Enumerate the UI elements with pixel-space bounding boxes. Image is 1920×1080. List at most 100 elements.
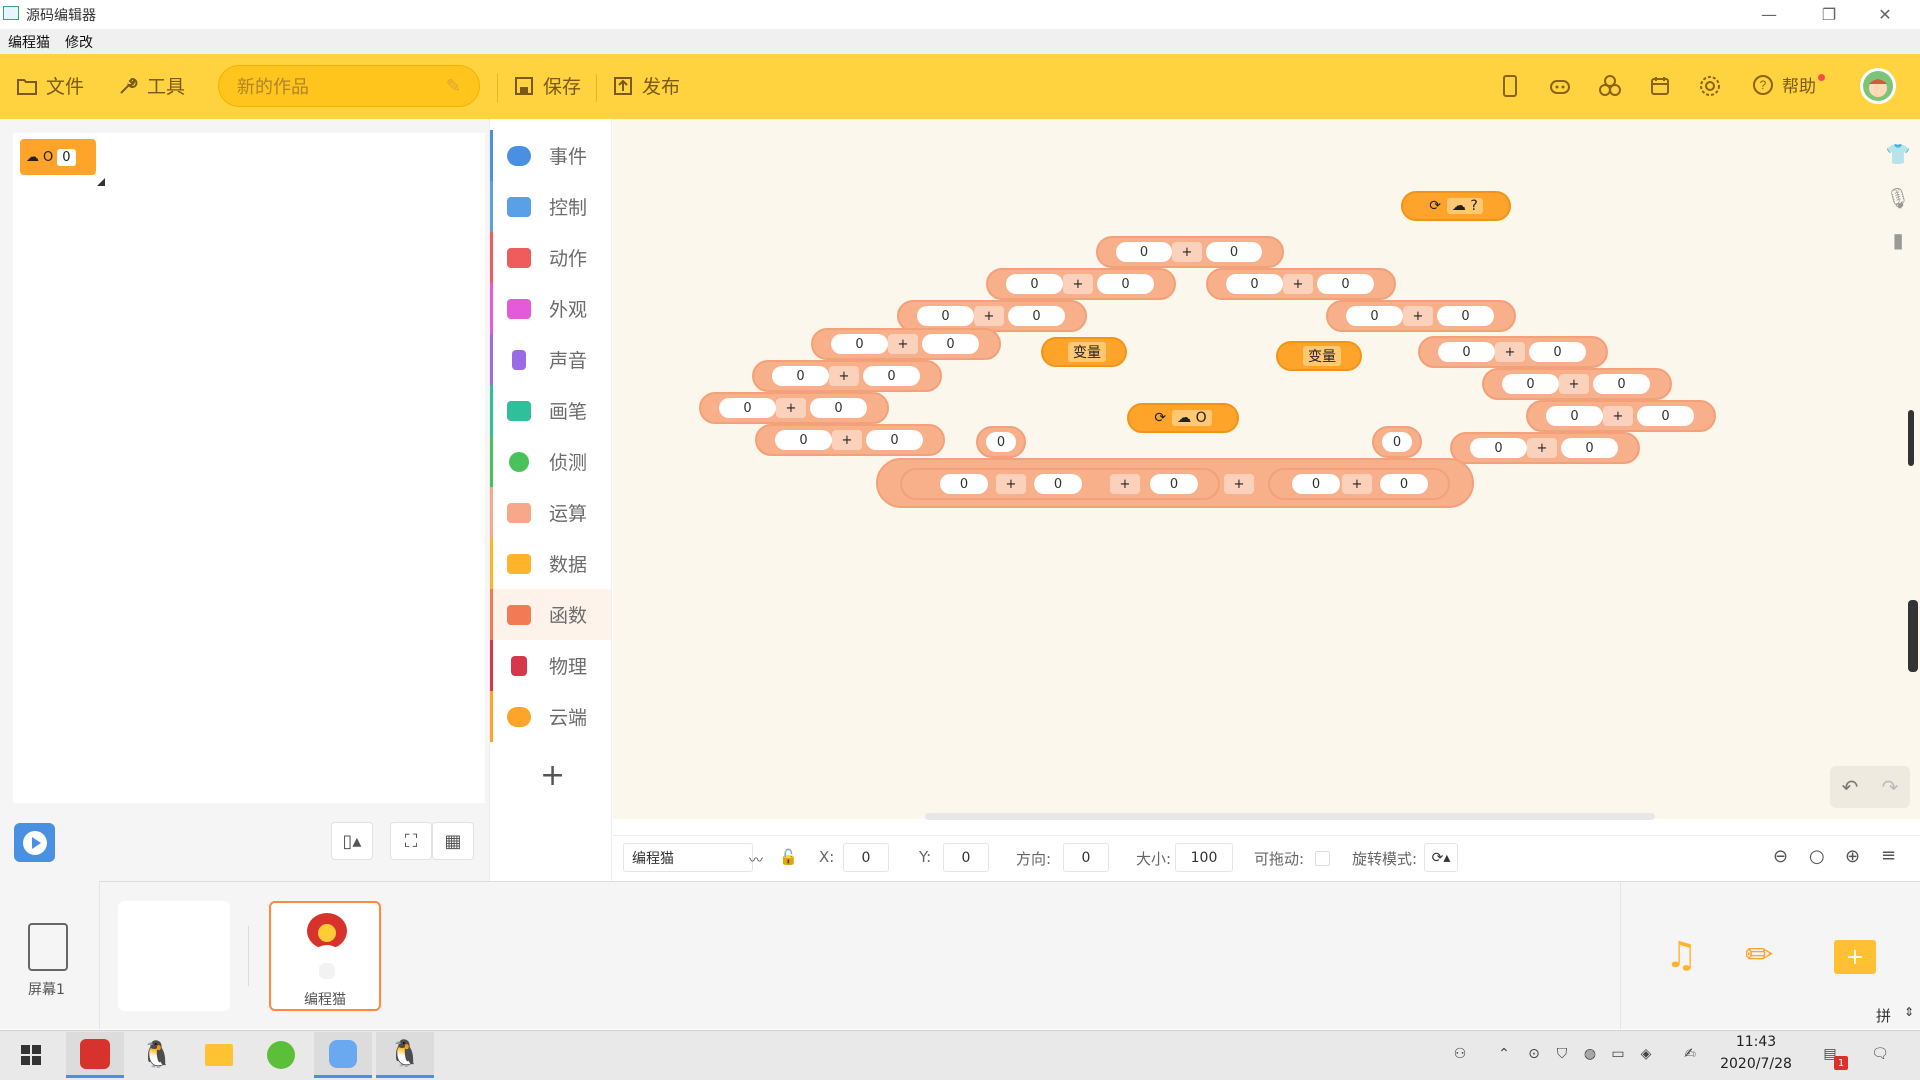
people-icon[interactable]: ⚇ (1450, 1044, 1470, 1064)
taskbar-app-photos[interactable] (314, 1032, 372, 1078)
extensions-icon[interactable] (1596, 72, 1624, 100)
code-canvas[interactable] (613, 119, 1920, 819)
chevron-up-icon[interactable]: ⌃ (1494, 1044, 1514, 1064)
eye-hide-icon[interactable]: 〰 (749, 850, 763, 870)
menu-item-bianchengmao[interactable]: 编程猫 (8, 32, 50, 52)
category-sound[interactable]: 声音 (490, 334, 611, 385)
sprite-divider (248, 926, 249, 986)
bar-chart-icon (507, 553, 531, 574)
robot-icon[interactable] (1546, 72, 1574, 100)
category-motion[interactable]: 动作 (490, 232, 611, 283)
defender-icon[interactable]: ◈ (1636, 1044, 1656, 1064)
zoom-in-icon[interactable]: ⊕ (1845, 846, 1860, 867)
category-pen[interactable]: 画笔 (490, 385, 611, 436)
clock-date[interactable]: 2020/7/28 (1708, 1056, 1804, 1072)
file-button[interactable]: 文件 (16, 72, 84, 99)
category-looks[interactable]: 外观 (490, 283, 611, 334)
taskbar-app-explorer[interactable] (190, 1032, 248, 1078)
costume-icon[interactable]: 👕 (1880, 136, 1916, 172)
bar-chart-icon[interactable]: ▮ (1880, 222, 1916, 258)
taskbar-app-browser[interactable] (252, 1032, 310, 1078)
close-button[interactable]: ✕ (1862, 0, 1908, 29)
category-label: 动作 (549, 248, 588, 270)
gamepad-icon (507, 196, 531, 217)
help-button[interactable]: ? 帮助 (1752, 72, 1825, 97)
sprite-name-field[interactable]: 编程猫 (623, 843, 753, 872)
category-control[interactable]: 控制 (490, 181, 611, 232)
device-select-button[interactable]: ▯▴ (331, 822, 373, 860)
grid-toggle-button[interactable]: ▦ (432, 822, 474, 860)
menu-icon[interactable]: ≡ (1881, 845, 1896, 866)
ime-indicator[interactable]: 拼 (1876, 1005, 1891, 1026)
calculator-icon (507, 502, 531, 523)
category-sensing[interactable]: 侦测 (490, 436, 611, 487)
size-input[interactable]: 100 (1175, 843, 1233, 872)
windows-start-button[interactable] (2, 1032, 60, 1078)
add-folder-icon[interactable]: + (1834, 940, 1876, 974)
pen-input-icon[interactable]: ✍ (1680, 1044, 1700, 1064)
save-button[interactable]: 保存 (513, 72, 581, 99)
rotation-mode-label: 旋转模式: (1352, 850, 1418, 868)
fullscreen-button[interactable]: ⛶ (390, 822, 432, 860)
phone-preview-icon[interactable] (1496, 72, 1524, 100)
tray-app-icon[interactable]: ⊙ (1524, 1044, 1544, 1064)
screen-tile[interactable]: 屏幕1 (0, 881, 100, 1029)
project-name-input[interactable]: 新的作品 ✎ (218, 65, 480, 107)
music-note-icon[interactable]: ♫ (1665, 935, 1697, 976)
publish-button[interactable]: 发布 (612, 72, 680, 99)
zoom-out-icon[interactable]: ⊖ (1773, 846, 1788, 867)
direction-input[interactable]: 0 (1063, 843, 1109, 872)
tools-label: 工具 (147, 76, 186, 98)
undo-icon[interactable]: ↶ (1842, 775, 1859, 799)
security-icon[interactable]: ◍ (1580, 1044, 1600, 1064)
lock-icon[interactable]: 🔓 (779, 848, 798, 866)
undo-redo-group: ↶ ↷ (1830, 766, 1910, 808)
taskbar-app-editor[interactable] (66, 1032, 124, 1078)
battery-icon[interactable]: ▭ (1608, 1044, 1628, 1064)
x-input[interactable]: 0 (843, 843, 889, 872)
category-functions[interactable]: 函数 (490, 589, 611, 640)
category-data[interactable]: 数据 (490, 538, 611, 589)
run-button[interactable] (14, 823, 55, 862)
x-label: X: (819, 848, 835, 866)
category-events[interactable]: 事件 (490, 130, 611, 181)
horizontal-scrollbar[interactable] (925, 813, 1655, 820)
tools-button[interactable]: 工具 (117, 72, 185, 99)
function-icon (507, 604, 531, 625)
sprite-card-empty[interactable] (118, 901, 230, 1011)
action-center-icon[interactable]: 🗨 (1870, 1044, 1890, 1064)
category-label: 云端 (549, 707, 588, 729)
svg-text:?: ? (1760, 78, 1767, 92)
clock-time[interactable]: 11:43 (1716, 1034, 1796, 1050)
category-operators[interactable]: 运算 (490, 487, 611, 538)
zoom-reset-icon[interactable]: ○ (1809, 846, 1825, 867)
redo-icon[interactable]: ↷ (1882, 775, 1899, 799)
pencil-draw-icon[interactable]: ✏ (1745, 935, 1774, 975)
direction-label: 方向: (1016, 850, 1052, 868)
taskbar-app-qq-2[interactable]: 🐧 (376, 1032, 434, 1078)
stage-canvas[interactable] (13, 133, 485, 803)
shield-icon[interactable]: ⛉ (1552, 1044, 1572, 1064)
add-extension-button[interactable]: + (540, 758, 565, 793)
menu-item-edit[interactable]: 修改 (65, 32, 93, 52)
cloud-variable-monitor[interactable]: ☁ O 0 (20, 139, 96, 175)
draggable-checkbox[interactable] (1315, 851, 1330, 866)
category-cloud[interactable]: 云端 (490, 691, 611, 742)
ime-dropdown-icon[interactable]: ⇕ (1904, 1005, 1914, 1019)
y-input[interactable]: 0 (943, 843, 989, 872)
minimize-button[interactable]: — (1746, 0, 1792, 29)
restore-button[interactable]: ❐ (1806, 0, 1852, 29)
user-avatar[interactable] (1860, 68, 1896, 104)
microphone-icon[interactable]: 🎙 (1880, 180, 1916, 216)
sprite-thumbnail (307, 913, 347, 979)
sprite-card-bianchengmao[interactable]: 编程猫 (269, 901, 381, 1011)
vertical-scrollbar-thumb[interactable] (1908, 600, 1918, 672)
resize-handle-icon[interactable] (97, 178, 105, 186)
pen-icon (507, 400, 531, 421)
calendar-icon[interactable] (1646, 72, 1674, 100)
taskbar-app-qq[interactable]: 🐧 (128, 1032, 186, 1078)
vertical-scrollbar[interactable] (1908, 410, 1914, 466)
rotation-mode-select[interactable]: ⟳▴ (1424, 843, 1458, 872)
settings-gear-icon[interactable] (1696, 72, 1724, 100)
category-physics[interactable]: 物理 (490, 640, 611, 691)
